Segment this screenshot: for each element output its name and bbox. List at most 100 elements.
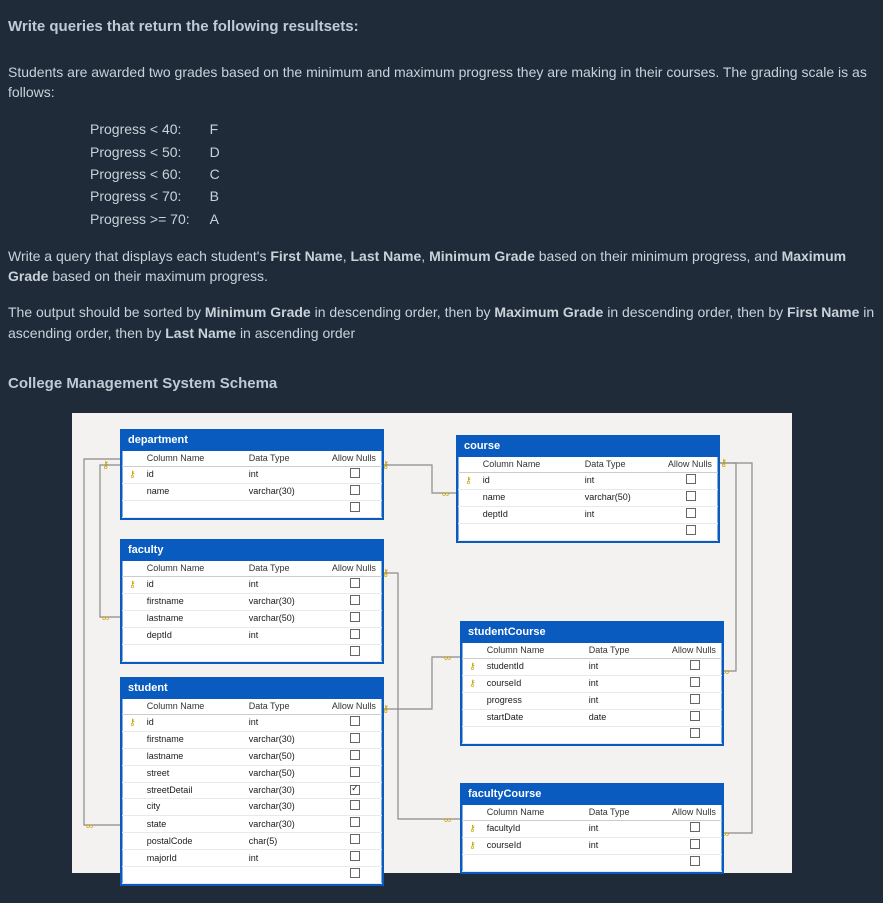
db-column-row: deptIdint — [122, 627, 382, 644]
db-column-row: streetDetailvarchar(30) — [122, 782, 382, 798]
allow-nulls-checkbox — [350, 716, 360, 726]
scale-range: Progress < 60: — [90, 163, 210, 185]
col-header-nulls: Allow Nulls — [328, 561, 382, 577]
scale-grade: B — [210, 185, 240, 207]
bold-min-grade: Minimum Grade — [429, 248, 535, 264]
col-header-type: Data Type — [245, 451, 328, 467]
column-name: firstname — [143, 731, 245, 748]
column-name: city — [143, 798, 245, 815]
column-type — [245, 644, 328, 661]
db-table-department: departmentColumn NameData TypeAllow Null… — [120, 429, 384, 520]
col-header-name: Column Name — [143, 561, 245, 577]
intro-text: Students are awarded two grades based on… — [8, 62, 875, 103]
allow-nulls-checkbox — [690, 728, 700, 738]
key-icon: ⚷ — [469, 678, 476, 688]
column-type: varchar(50) — [245, 765, 328, 782]
allow-nulls-checkbox — [350, 834, 360, 844]
db-column-row: startDatedate — [462, 709, 722, 726]
column-name: id — [143, 714, 245, 731]
db-column-row: ⚷idint — [122, 466, 382, 483]
key-icon: ⚷ — [129, 579, 136, 589]
col-header-type: Data Type — [245, 561, 328, 577]
column-type: varchar(30) — [245, 798, 328, 815]
column-name: id — [143, 576, 245, 593]
db-table-studentCourse: studentCourseColumn NameData TypeAllow N… — [460, 621, 724, 746]
allow-nulls-checkbox — [686, 474, 696, 484]
allow-nulls-checkbox — [350, 851, 360, 861]
db-table-student: studentColumn NameData TypeAllow Nulls⚷i… — [120, 677, 384, 886]
allow-nulls-checkbox — [350, 468, 360, 478]
scale-row: Progress >= 70:A — [90, 208, 240, 230]
column-type: int — [581, 472, 664, 489]
column-name: deptId — [143, 627, 245, 644]
db-column-row: namevarchar(50) — [458, 489, 718, 506]
key-icon: ⚷ — [469, 823, 476, 833]
column-type: varchar(30) — [245, 816, 328, 833]
db-column-row: ⚷ idint — [122, 714, 382, 731]
bold-first-name: First Name — [787, 304, 859, 320]
col-header-nulls: Allow Nulls — [328, 451, 382, 467]
db-table-title: course — [458, 437, 718, 457]
db-column-row: cityvarchar(30) — [122, 798, 382, 815]
allow-nulls-checkbox — [350, 595, 360, 605]
column-name: courseId — [483, 837, 585, 854]
allow-nulls-checkbox — [690, 711, 700, 721]
db-column-row: ⚷courseIdint — [462, 675, 722, 692]
key-icon: ⚷ — [129, 469, 136, 479]
column-type: int — [585, 820, 668, 837]
column-type: int — [245, 576, 328, 593]
db-column-row: progressint — [462, 692, 722, 709]
allow-nulls-checkbox — [350, 502, 360, 512]
text: in descending order, then by — [315, 304, 495, 320]
column-name: postalCode — [143, 833, 245, 850]
col-header-type: Data Type — [585, 805, 668, 821]
column-name: lastname — [143, 748, 245, 765]
bold-last-name: Last Name — [350, 248, 421, 264]
bold-min-grade: Minimum Grade — [205, 304, 311, 320]
column-type: int — [245, 714, 328, 731]
db-column-row: lastnamevarchar(50) — [122, 748, 382, 765]
column-name: name — [479, 489, 581, 506]
db-table-title: student — [122, 679, 382, 699]
allow-nulls-checkbox — [350, 485, 360, 495]
db-table-facultyCourse: facultyCourseColumn NameData TypeAllow N… — [460, 783, 724, 874]
column-name: courseId — [483, 675, 585, 692]
key-icon: ⚷ — [469, 661, 476, 671]
allow-nulls-checkbox — [350, 868, 360, 878]
db-column-row — [462, 854, 722, 871]
col-header-name: Column Name — [483, 643, 585, 659]
scale-row: Progress < 40:F — [90, 118, 240, 140]
col-header-nulls: Allow Nulls — [668, 643, 722, 659]
column-name: progress — [483, 692, 585, 709]
col-header-name: Column Name — [143, 451, 245, 467]
key-icon: ⚷ — [129, 717, 136, 727]
text: The output should be sorted by — [8, 304, 205, 320]
db-column-row: ⚷ idint — [122, 576, 382, 593]
allow-nulls-checkbox — [350, 767, 360, 777]
scale-grade: D — [210, 141, 240, 163]
column-name: street — [143, 765, 245, 782]
column-name — [479, 523, 581, 540]
db-column-row — [122, 867, 382, 884]
column-name: name — [143, 483, 245, 500]
column-type — [245, 867, 328, 884]
column-name: streetDetail — [143, 782, 245, 798]
allow-nulls-checkbox — [686, 491, 696, 501]
scale-grade: A — [210, 208, 240, 230]
column-name: id — [479, 472, 581, 489]
db-table-columns: Column NameData TypeAllow Nulls⚷idintnam… — [458, 457, 718, 541]
allow-nulls-checkbox — [690, 677, 700, 687]
column-type: varchar(30) — [245, 731, 328, 748]
scale-row: Progress < 60:C — [90, 163, 240, 185]
column-type: int — [245, 466, 328, 483]
db-column-row: ⚷idint — [458, 472, 718, 489]
tables-container: departmentColumn NameData TypeAllow Null… — [80, 421, 784, 865]
column-name: state — [143, 816, 245, 833]
col-header-type: Data Type — [245, 699, 328, 715]
db-table-title: facultyCourse — [462, 785, 722, 805]
db-table-faculty: facultyColumn NameData TypeAllow Nulls⚷i… — [120, 539, 384, 664]
column-type: int — [245, 627, 328, 644]
db-table-columns: Column NameData TypeAllow Nulls⚷idintnam… — [122, 451, 382, 518]
db-table-title: studentCourse — [462, 623, 722, 643]
db-column-row — [122, 644, 382, 661]
